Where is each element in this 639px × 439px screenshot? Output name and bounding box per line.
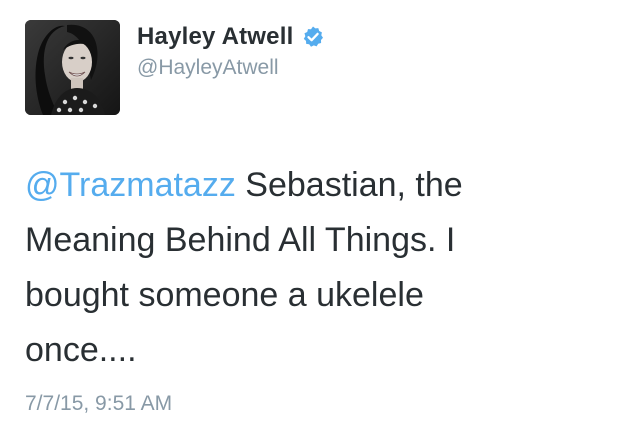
tweet-text-line4: once.... bbox=[25, 331, 137, 369]
cropped-content-strip bbox=[0, 433, 639, 439]
tweet-timestamp[interactable]: 7/7/15, 9:51 AM bbox=[25, 392, 172, 416]
tweet-text-line1: Sebastian, the bbox=[235, 166, 463, 204]
verified-badge-icon bbox=[301, 25, 325, 49]
display-name[interactable]: Hayley Atwell bbox=[137, 23, 293, 51]
avatar[interactable] bbox=[25, 20, 120, 115]
mention-link[interactable]: @Trazmatazz bbox=[25, 166, 236, 204]
tweet-text-line2: Meaning Behind All Things. I bbox=[25, 221, 456, 259]
profile-photo-icon bbox=[25, 20, 120, 115]
tweet-card: Hayley Atwell @HayleyAtwell @Trazmatazz … bbox=[0, 0, 639, 439]
tweet-text: @Trazmatazz Sebastian, the Meaning Behin… bbox=[25, 158, 585, 378]
tweet-text-line3: bought someone a ukelele bbox=[25, 276, 424, 314]
author-name-row[interactable]: Hayley Atwell bbox=[137, 21, 325, 53]
author-handle[interactable]: @HayleyAtwell bbox=[137, 56, 279, 80]
